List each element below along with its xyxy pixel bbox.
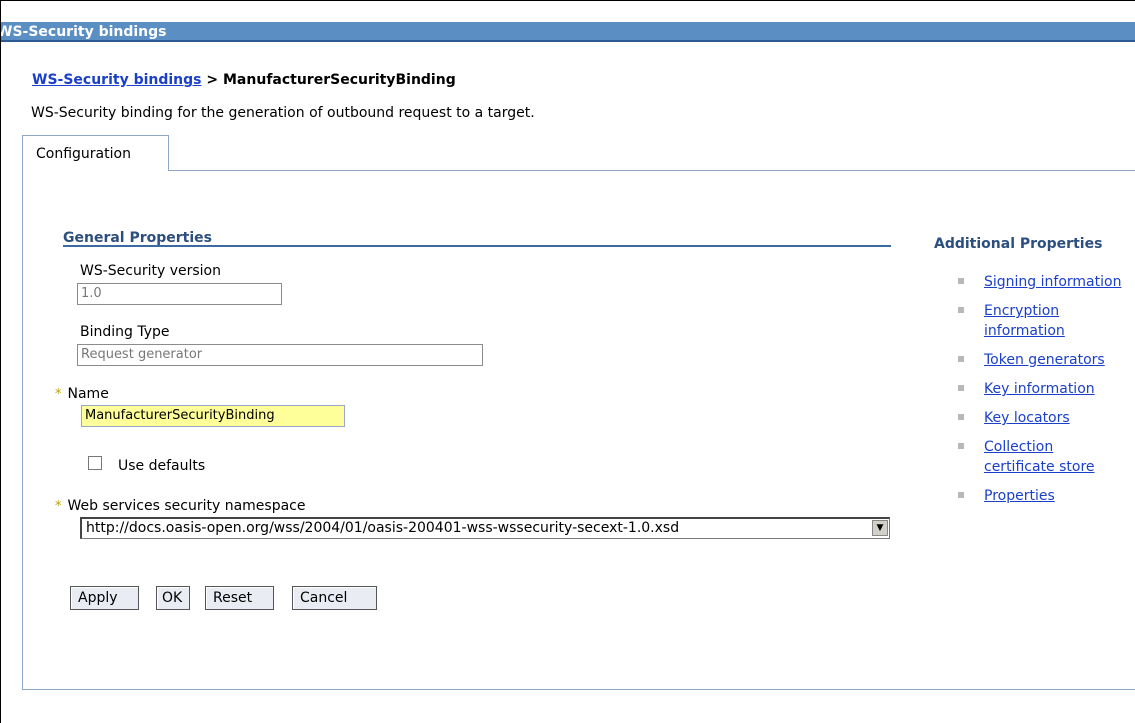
list-item: Token generators [958,350,1128,370]
namespace-label: Web services security namespace [67,498,306,514]
link-key-locators[interactable]: Key locators [984,410,1070,426]
name-input[interactable]: ManufacturerSecurityBinding [81,405,345,427]
namespace-label-row: * Web services security namespace [55,498,306,514]
chevron-down-icon[interactable]: ▼ [872,520,888,536]
link-signing-information[interactable]: Signing information [984,274,1121,290]
name-label: Name [67,386,109,402]
required-star-icon: * [55,499,62,514]
bullet-icon [958,385,964,391]
bullet-icon [958,278,964,284]
breadcrumb-current: ManufacturerSecurityBinding [223,72,456,88]
use-defaults-label: Use defaults [118,458,206,474]
bullet-icon [958,414,964,420]
link-collection-certificate-store[interactable]: Collection certificate store [984,439,1095,475]
binding-type-field: Request generator [77,344,483,366]
general-properties-divider [63,245,891,247]
breadcrumb: WS-Security bindings > ManufacturerSecur… [32,72,456,88]
list-item: Collection certificate store [958,437,1128,477]
reset-button[interactable]: Reset [205,586,274,610]
window-title: WS-Security bindings [1,22,1135,42]
namespace-select[interactable]: http://docs.oasis-open.org/wss/2004/01/o… [80,517,890,539]
breadcrumb-link-ws-security-bindings[interactable]: WS-Security bindings [32,72,202,88]
tab-configuration[interactable]: Configuration [22,135,169,171]
ok-button[interactable]: OK [156,586,190,610]
bullet-icon [958,307,964,313]
additional-properties-list: Signing information Encryption informati… [958,272,1128,515]
bullet-icon [958,492,964,498]
list-item: Key locators [958,408,1128,428]
list-item: Key information [958,379,1128,399]
page-description: WS-Security binding for the generation o… [31,105,535,121]
link-key-information[interactable]: Key information [984,381,1095,397]
use-defaults-checkbox[interactable] [88,456,102,470]
cancel-button[interactable]: Cancel [292,586,377,610]
apply-button[interactable]: Apply [70,586,139,610]
name-label-row: * Name [55,386,109,402]
namespace-selected-value: http://docs.oasis-open.org/wss/2004/01/o… [86,520,680,536]
additional-properties-title: Additional Properties [934,236,1103,252]
breadcrumb-separator: > [201,72,223,88]
link-token-generators[interactable]: Token generators [984,352,1105,368]
ws-security-version-field: 1.0 [77,283,282,305]
required-star-icon: * [55,387,62,402]
link-properties[interactable]: Properties [984,488,1055,504]
list-item: Signing information [958,272,1128,292]
general-properties-title: General Properties [63,230,212,246]
bullet-icon [958,356,964,362]
bullet-icon [958,443,964,449]
list-item: Properties [958,486,1128,506]
list-item: Encryption information [958,301,1128,341]
ws-security-version-label: WS-Security version [80,263,221,279]
link-encryption-information[interactable]: Encryption information [984,303,1065,339]
binding-type-label: Binding Type [80,324,170,340]
